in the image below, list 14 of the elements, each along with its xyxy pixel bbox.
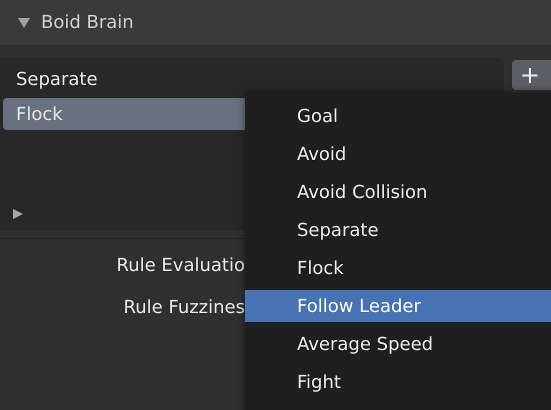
list-item[interactable]: Separate xyxy=(3,63,243,95)
menu-item[interactable]: Average Speed xyxy=(245,328,551,360)
collapse-triangle-icon[interactable] xyxy=(17,16,31,28)
expand-triangle-icon[interactable] xyxy=(12,208,24,220)
menu-item[interactable]: Avoid xyxy=(245,138,551,170)
menu-item[interactable]: Avoid Collision xyxy=(245,176,551,208)
panel-title: Boid Brain xyxy=(41,12,134,33)
menu-item[interactable]: Flock xyxy=(245,252,551,284)
add-button[interactable]: + xyxy=(512,60,551,90)
property-label: Rule Evaluatio xyxy=(116,255,245,277)
menu-item[interactable]: Fight xyxy=(245,366,551,398)
menu-item[interactable]: Separate xyxy=(245,214,551,246)
menu-item[interactable]: Follow Leader xyxy=(245,290,551,322)
property-label: Rule Fuzzines xyxy=(122,297,245,319)
